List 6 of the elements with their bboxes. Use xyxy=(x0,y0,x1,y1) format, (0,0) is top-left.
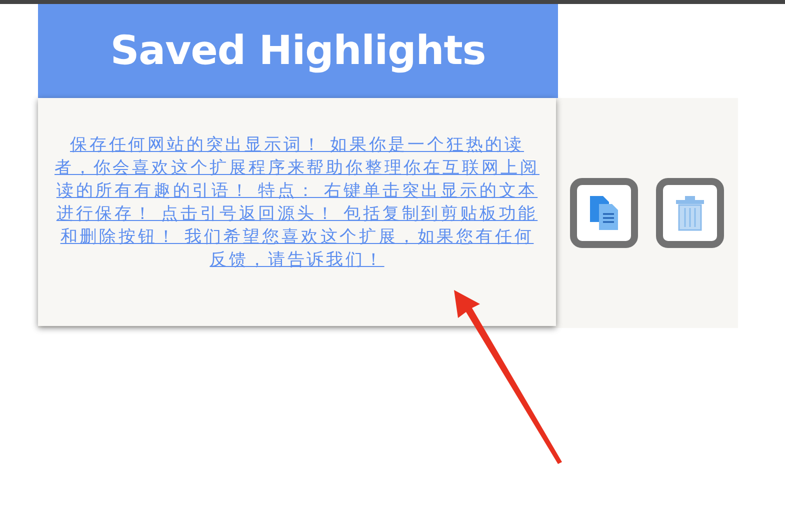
copy-icon xyxy=(588,194,620,232)
page-title: Saved Highlights xyxy=(110,28,486,74)
highlight-link[interactable]: 保存任何网站的突出显示词！ 如果你是一个狂热的读者，你会喜欢这个扩展程序来帮助你整理你在互联网上阅读的所有有趣的引语！ 特点： 右键单击突出显示的文本进行保存！ 点击引号返回源头！ 包括复制到剪贴板功能和删除按钮！ 我们希望您喜欢这个扩展，如果您有任何反馈，请告诉我们！ xyxy=(51,134,543,272)
copy-button[interactable] xyxy=(570,178,638,248)
trash-icon xyxy=(675,195,705,231)
delete-button[interactable] xyxy=(656,178,724,248)
